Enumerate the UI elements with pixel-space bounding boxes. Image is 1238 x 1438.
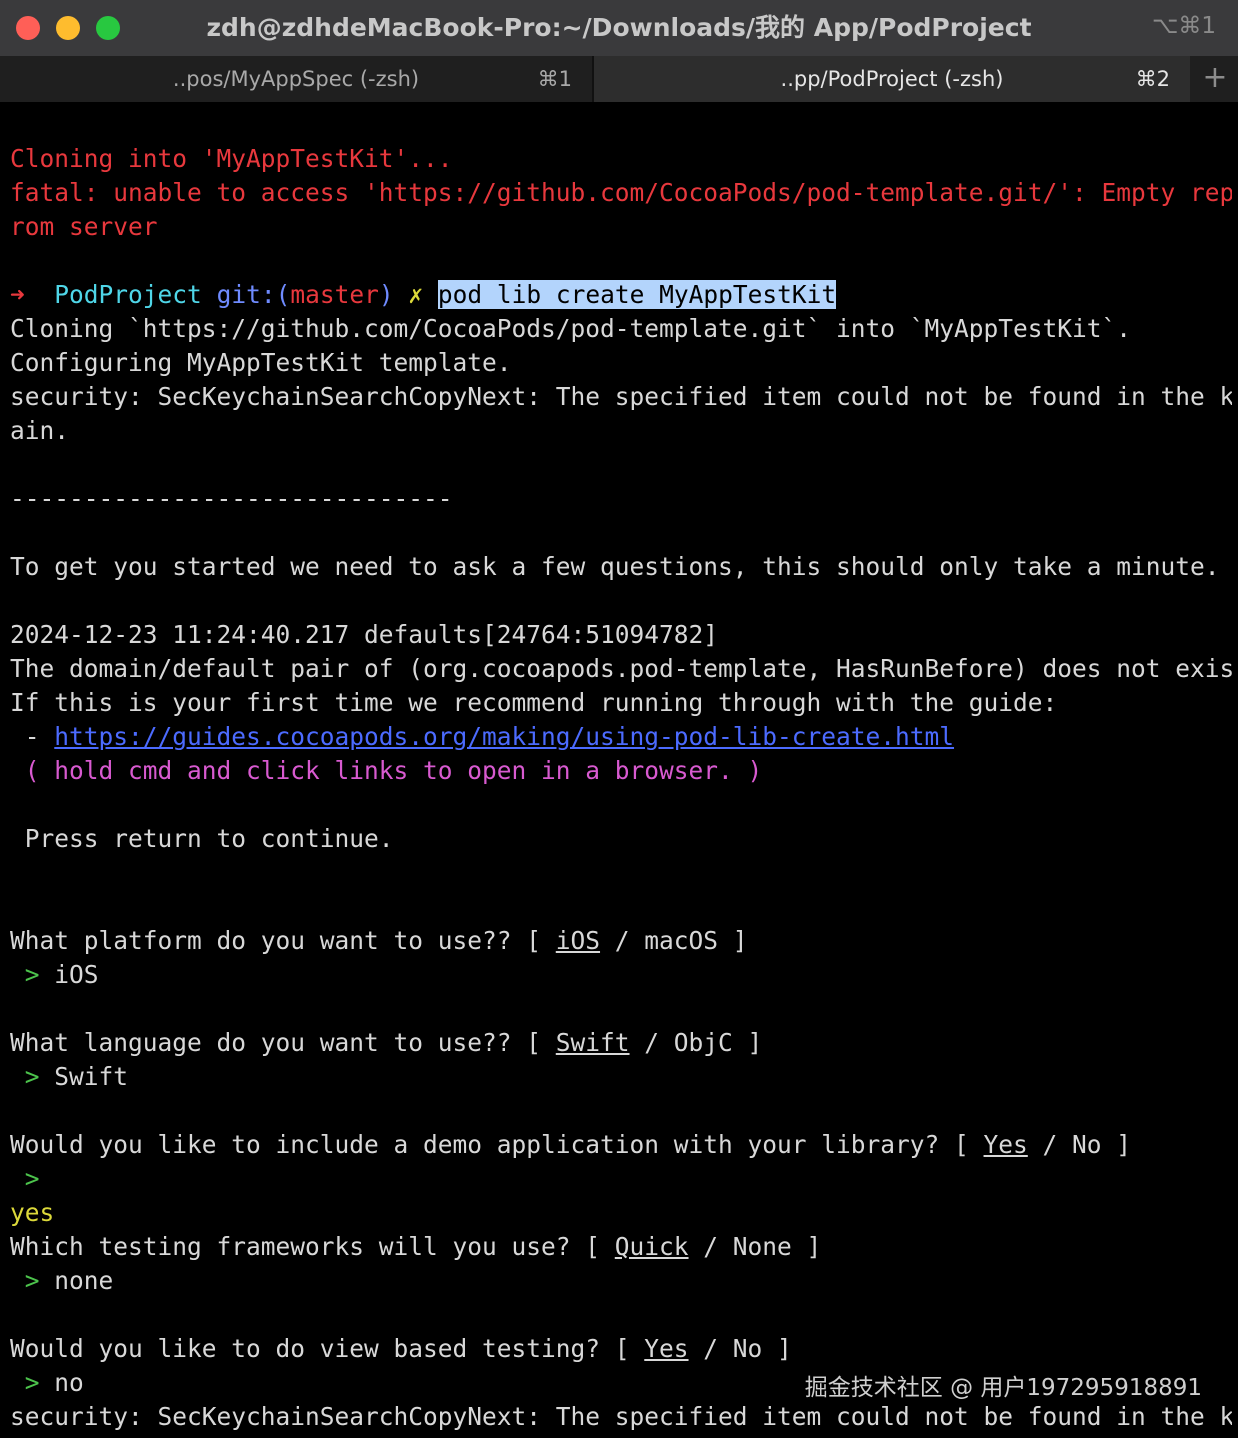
output-line: rom server — [10, 212, 158, 241]
window-shortcut: ⌥⌘1 — [1151, 13, 1216, 39]
prompt-arrow-icon: ➜ — [10, 280, 25, 309]
input-marker: > — [10, 1368, 55, 1397]
answer-demo-marker: > — [10, 1162, 1232, 1196]
window-title: zdh@zdhdeMacBook-Pro:~/Downloads/我的 App/… — [206, 13, 1032, 42]
hint-line: ( hold cmd and click links to open in a … — [10, 756, 763, 785]
default-option: Quick — [614, 1232, 689, 1261]
default-option: Swift — [555, 1028, 630, 1057]
tab-shortcut: ⌘1 — [537, 67, 572, 91]
question-view-testing: Would you like to do view based testing?… — [10, 1332, 1232, 1366]
tab-bar: ..pos/MyAppSpec (-zsh) ⌘1 ..pp/PodProjec… — [0, 56, 1238, 102]
tab-podproject[interactable]: ..pp/PodProject (-zsh) ⌘2 — [594, 56, 1190, 102]
output-line: 2024-12-23 11:24:40.217 defaults[24764:5… — [10, 620, 719, 649]
terminal-window: zdh@zdhdeMacBook-Pro:~/Downloads/我的 App/… — [0, 0, 1238, 1438]
answer-text: Swift — [54, 1062, 129, 1091]
output-line: security: SecKeychainSearchCopyNext: The… — [10, 382, 1232, 411]
output-line: Configuring MyAppTestKit template. — [10, 348, 512, 377]
question-options: / No ] — [1027, 1130, 1132, 1159]
answer-language: > Swift — [10, 1060, 1232, 1094]
question-text: Which testing frameworks will you use? [ — [10, 1232, 615, 1261]
prompt-directory: PodProject — [54, 280, 202, 309]
question-options: / macOS ] — [600, 926, 748, 955]
question-text: Would you like to include a demo applica… — [10, 1130, 984, 1159]
tab-label: ..pos/MyAppSpec (-zsh) — [172, 67, 420, 91]
guide-link[interactable]: https://guides.cocoapods.org/making/usin… — [54, 722, 954, 751]
guide-line: - https://guides.cocoapods.org/making/us… — [10, 720, 1232, 754]
prompt-branch: master — [290, 280, 379, 309]
output-line: Cloning into 'MyAppTestKit'... — [10, 144, 453, 173]
answer-platform: > iOS — [10, 958, 1232, 992]
terminal-output[interactable]: Cloning into 'MyAppTestKit'... fatal: un… — [10, 142, 1232, 1438]
question-text: Would you like to do view based testing?… — [10, 1334, 645, 1363]
prompt-git-close: ) — [378, 280, 394, 309]
output-line: To get you started we need to ask a few … — [10, 552, 1220, 581]
output-line: Press return to continue. — [10, 824, 394, 853]
answer-text: none — [54, 1266, 114, 1295]
question-text: What language do you want to use?? [ — [10, 1028, 556, 1057]
tab-label: ..pp/PodProject (-zsh) — [780, 67, 1004, 91]
default-option: Yes — [983, 1130, 1028, 1159]
dirty-marker-icon: ✗ — [408, 280, 424, 309]
new-tab-button[interactable]: + — [1192, 56, 1238, 102]
input-marker: > — [10, 1062, 55, 1091]
separator-line: ------------------------------ — [10, 484, 453, 513]
question-platform: What platform do you want to use?? [ iOS… — [10, 924, 1232, 958]
output-line: The domain/default pair of (org.cocoapod… — [10, 654, 1232, 683]
question-testing: Which testing frameworks will you use? [… — [10, 1230, 1232, 1264]
title-bar: zdh@zdhdeMacBook-Pro:~/Downloads/我的 App/… — [0, 0, 1238, 56]
default-option: iOS — [555, 926, 601, 955]
output-line: If this is your first time we recommend … — [10, 688, 1058, 717]
answer-text: no — [54, 1368, 84, 1397]
question-options: / None ] — [688, 1232, 822, 1261]
question-text: What platform do you want to use?? [ — [10, 926, 556, 955]
guide-dash: - — [10, 722, 55, 751]
answer-text: iOS — [54, 960, 99, 989]
output-line: security: SecKeychainSearchCopyNext: The… — [10, 1402, 1232, 1431]
question-demo: Would you like to include a demo applica… — [10, 1128, 1232, 1162]
tab-myappspec[interactable]: ..pos/MyAppSpec (-zsh) ⌘1 — [0, 56, 592, 102]
question-options: / ObjC ] — [629, 1028, 763, 1057]
watermark: 掘金技术社区 @ 用户197295918891 — [804, 1375, 1202, 1401]
input-marker: > — [10, 1266, 55, 1295]
tab-shortcut: ⌘2 — [1135, 67, 1170, 91]
default-option: Yes — [644, 1334, 689, 1363]
selected-command[interactable]: pod lib create MyAppTestKit — [437, 280, 837, 309]
output-line: ain. — [10, 416, 70, 445]
input-marker: > — [10, 960, 55, 989]
question-language: What language do you want to use?? [ Swi… — [10, 1026, 1232, 1060]
output-line: Cloning `https://github.com/CocoaPods/po… — [10, 314, 1132, 343]
answer-demo: yes — [10, 1198, 55, 1227]
output-line: fatal: unable to access 'https://github.… — [10, 178, 1232, 207]
question-options: / No ] — [688, 1334, 792, 1363]
prompt-line: ➜ PodProject git:(master) ✗ pod lib crea… — [10, 278, 1232, 312]
input-marker: > — [10, 1164, 55, 1193]
answer-testing: > none — [10, 1264, 1232, 1298]
prompt-git: git:( — [216, 280, 291, 309]
